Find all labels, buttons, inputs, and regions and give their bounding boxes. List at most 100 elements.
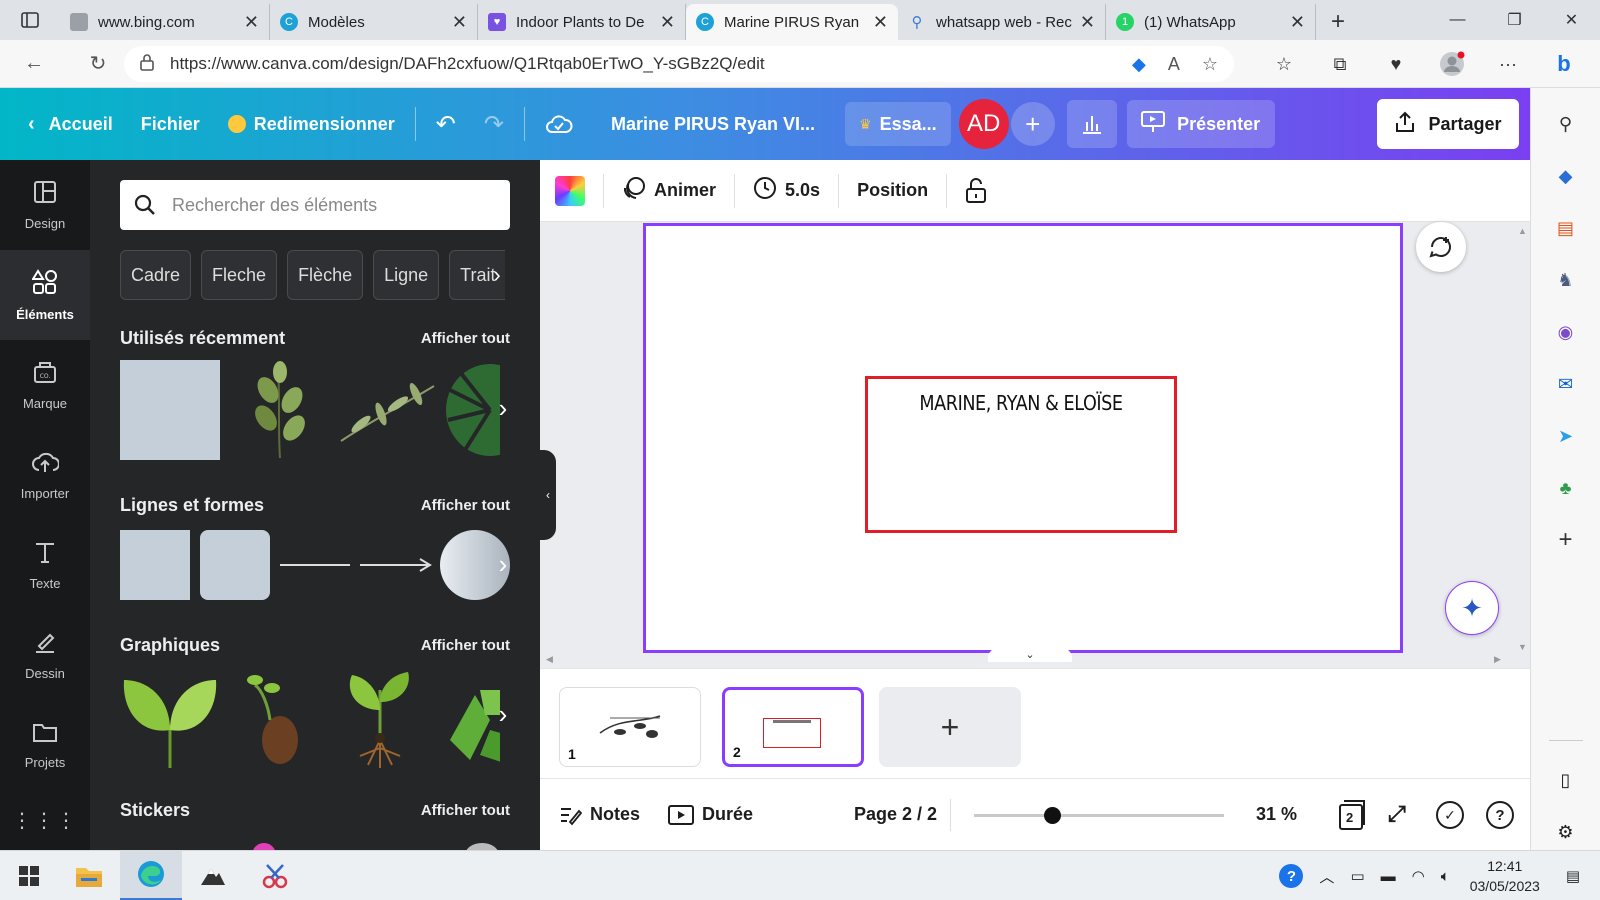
close-icon[interactable]: ✕ xyxy=(1080,12,1095,33)
seed-sprout-graphic[interactable] xyxy=(240,670,310,770)
rail-item-brand[interactable]: CO. Marque xyxy=(0,340,90,430)
add-collaborator-button[interactable]: + xyxy=(1010,102,1055,146)
url-bar[interactable]: https://www.canva.com/design/DAFh2cxfuow… xyxy=(124,46,1234,82)
chip-fleche[interactable]: Fleche xyxy=(201,250,278,300)
rail-item-text[interactable]: Texte xyxy=(0,520,90,610)
search-icon[interactable]: ⚲ xyxy=(1551,109,1581,139)
send-icon[interactable]: ➤ xyxy=(1551,421,1581,451)
tab-actions-icon[interactable] xyxy=(0,0,60,40)
tree-icon[interactable]: ♣ xyxy=(1551,473,1581,503)
chevron-right-icon[interactable]: › xyxy=(490,390,516,426)
browser-tab-canva-design[interactable]: C Marine PIRUS Ryan ✕ xyxy=(686,4,898,40)
restore-icon[interactable]: ❐ xyxy=(1486,0,1543,40)
recent-square-shape[interactable] xyxy=(120,360,220,460)
magic-assistant-button[interactable]: ✦ xyxy=(1445,581,1499,635)
olive-branch-graphic[interactable] xyxy=(336,376,436,446)
chip-fleche-accent[interactable]: Flèche xyxy=(287,250,364,300)
check-icon[interactable]: ✓ xyxy=(1436,801,1464,829)
minimize-icon[interactable]: — xyxy=(1429,0,1486,40)
chevron-right-icon[interactable]: › xyxy=(482,252,512,298)
see-all-graphics-link[interactable]: Afficher tout xyxy=(396,637,510,654)
grid-view-button[interactable]: 2 xyxy=(1337,799,1367,831)
health-icon[interactable]: ♥ xyxy=(1372,46,1420,82)
help-icon[interactable]: ? xyxy=(1486,801,1514,829)
rail-item-draw[interactable]: Dessin xyxy=(0,610,90,700)
photos-app[interactable] xyxy=(182,851,244,900)
page-thumbnail-1[interactable]: 1 xyxy=(559,687,701,767)
close-icon[interactable]: ✕ xyxy=(452,12,467,33)
see-all-stickers-link[interactable]: Afficher tout xyxy=(396,802,510,819)
collections-icon[interactable]: ⧉ xyxy=(1316,46,1364,82)
share-button[interactable]: Partager xyxy=(1377,99,1519,149)
sticker-preview[interactable] xyxy=(252,843,276,850)
add-favorite-icon[interactable]: ☆ xyxy=(1202,54,1218,75)
vertical-scrollbar[interactable]: ▲ ▼ xyxy=(1515,224,1529,654)
profile-icon[interactable] xyxy=(1428,46,1476,82)
red-frame-textbox[interactable]: MARINE, RYAN & ELOÏSE xyxy=(865,376,1177,533)
resize-button[interactable]: Redimensionner xyxy=(214,102,409,146)
zoom-slider-handle[interactable] xyxy=(1043,807,1061,824)
horizontal-scrollbar[interactable]: ◀ ▶ ⌄ xyxy=(540,648,1530,668)
notifications-icon[interactable]: ▤ xyxy=(1566,867,1580,885)
close-icon[interactable]: ✕ xyxy=(244,12,259,33)
avatar[interactable]: AD xyxy=(958,99,1009,149)
position-button[interactable]: Position xyxy=(839,171,946,211)
see-all-recent-link[interactable]: Afficher tout xyxy=(396,330,510,347)
browser-tab-modeles[interactable]: C Modèles ✕ xyxy=(270,4,478,40)
battery-icon[interactable]: ▬ xyxy=(1381,868,1396,885)
redo-icon[interactable]: ↷ xyxy=(470,102,518,146)
arrow-line-shape[interactable] xyxy=(360,556,432,574)
browser-tab-whatsapp[interactable]: 1 (1) WhatsApp ✕ xyxy=(1106,4,1316,40)
sticker-preview[interactable] xyxy=(465,843,499,850)
browser-tab-whatsapp-search[interactable]: ⚲ whatsapp web - Rec ✕ xyxy=(898,4,1106,40)
file-menu-button[interactable]: Fichier xyxy=(127,102,214,146)
line-shape[interactable] xyxy=(280,564,350,566)
zoom-slider[interactable] xyxy=(974,807,1224,824)
zoom-level[interactable]: 31 % xyxy=(1256,804,1297,825)
plant-roots-graphic[interactable] xyxy=(340,670,420,770)
close-icon[interactable]: ✕ xyxy=(1290,12,1305,33)
start-button[interactable] xyxy=(0,851,58,900)
notes-button[interactable]: Notes xyxy=(558,804,640,826)
chevron-up-icon[interactable]: ︿ xyxy=(1319,866,1334,887)
close-icon[interactable]: ✕ xyxy=(660,12,675,33)
fullscreen-icon[interactable]: ⤢ xyxy=(1388,801,1406,827)
add-comment-button[interactable] xyxy=(1416,222,1466,272)
chevron-right-icon[interactable]: › xyxy=(490,696,516,732)
page-thumbnail-2[interactable]: 2 xyxy=(722,687,864,767)
file-explorer-app[interactable] xyxy=(58,851,120,900)
canvas-heading-text[interactable]: MARINE, RYAN & ELOÏSE xyxy=(886,391,1155,415)
rail-item-design[interactable]: Design xyxy=(0,160,90,250)
duration-footer-button[interactable]: Durée xyxy=(668,804,753,825)
present-button[interactable]: Présenter xyxy=(1126,100,1275,148)
help-icon[interactable]: ? xyxy=(1279,864,1304,888)
home-button[interactable]: ‹ Accueil xyxy=(14,102,127,146)
animate-button[interactable]: Animer xyxy=(604,171,734,211)
search-input[interactable]: Rechercher des éléments xyxy=(120,180,510,230)
see-all-lines-link[interactable]: Afficher tout xyxy=(396,497,510,514)
more-icon[interactable]: ··· xyxy=(1484,46,1532,82)
undo-icon[interactable]: ↶ xyxy=(422,102,470,146)
edge-app[interactable] xyxy=(120,850,182,900)
chip-ligne[interactable]: Ligne xyxy=(373,250,440,300)
add-page-button[interactable]: + xyxy=(879,687,1021,767)
insights-icon[interactable] xyxy=(1066,100,1117,148)
tools-icon[interactable]: ▤ xyxy=(1551,213,1581,243)
favorites-icon[interactable]: ☆ xyxy=(1260,46,1308,82)
chevron-right-icon[interactable]: › xyxy=(490,546,516,582)
back-icon[interactable]: ← xyxy=(12,44,56,84)
duration-button[interactable]: 5.0s xyxy=(735,171,838,211)
volume-muted-icon[interactable]: 🔈︎ xyxy=(1441,868,1450,885)
coupon-icon[interactable]: ◆ xyxy=(1132,54,1146,75)
add-icon[interactable]: + xyxy=(1551,525,1581,555)
cloud-save-icon[interactable] xyxy=(531,102,587,146)
clock[interactable]: 12:41 03/05/2023 xyxy=(1470,856,1540,896)
design-title[interactable]: Marine PIRUS Ryan VI... xyxy=(587,102,845,146)
url-text[interactable]: https://www.canva.com/design/DAFh2cxfuow… xyxy=(170,54,1132,74)
browser-tab-indoor-plants[interactable]: ♥ Indoor Plants to De ✕ xyxy=(478,4,686,40)
leaf-branch-graphic[interactable] xyxy=(240,360,320,460)
shopping-icon[interactable]: ◆ xyxy=(1551,161,1581,191)
chevron-down-icon[interactable]: ⌄ xyxy=(988,648,1072,662)
close-window-icon[interactable]: ✕ xyxy=(1543,0,1600,40)
browser-tab-bing[interactable]: www.bing.com ✕ xyxy=(60,4,270,40)
